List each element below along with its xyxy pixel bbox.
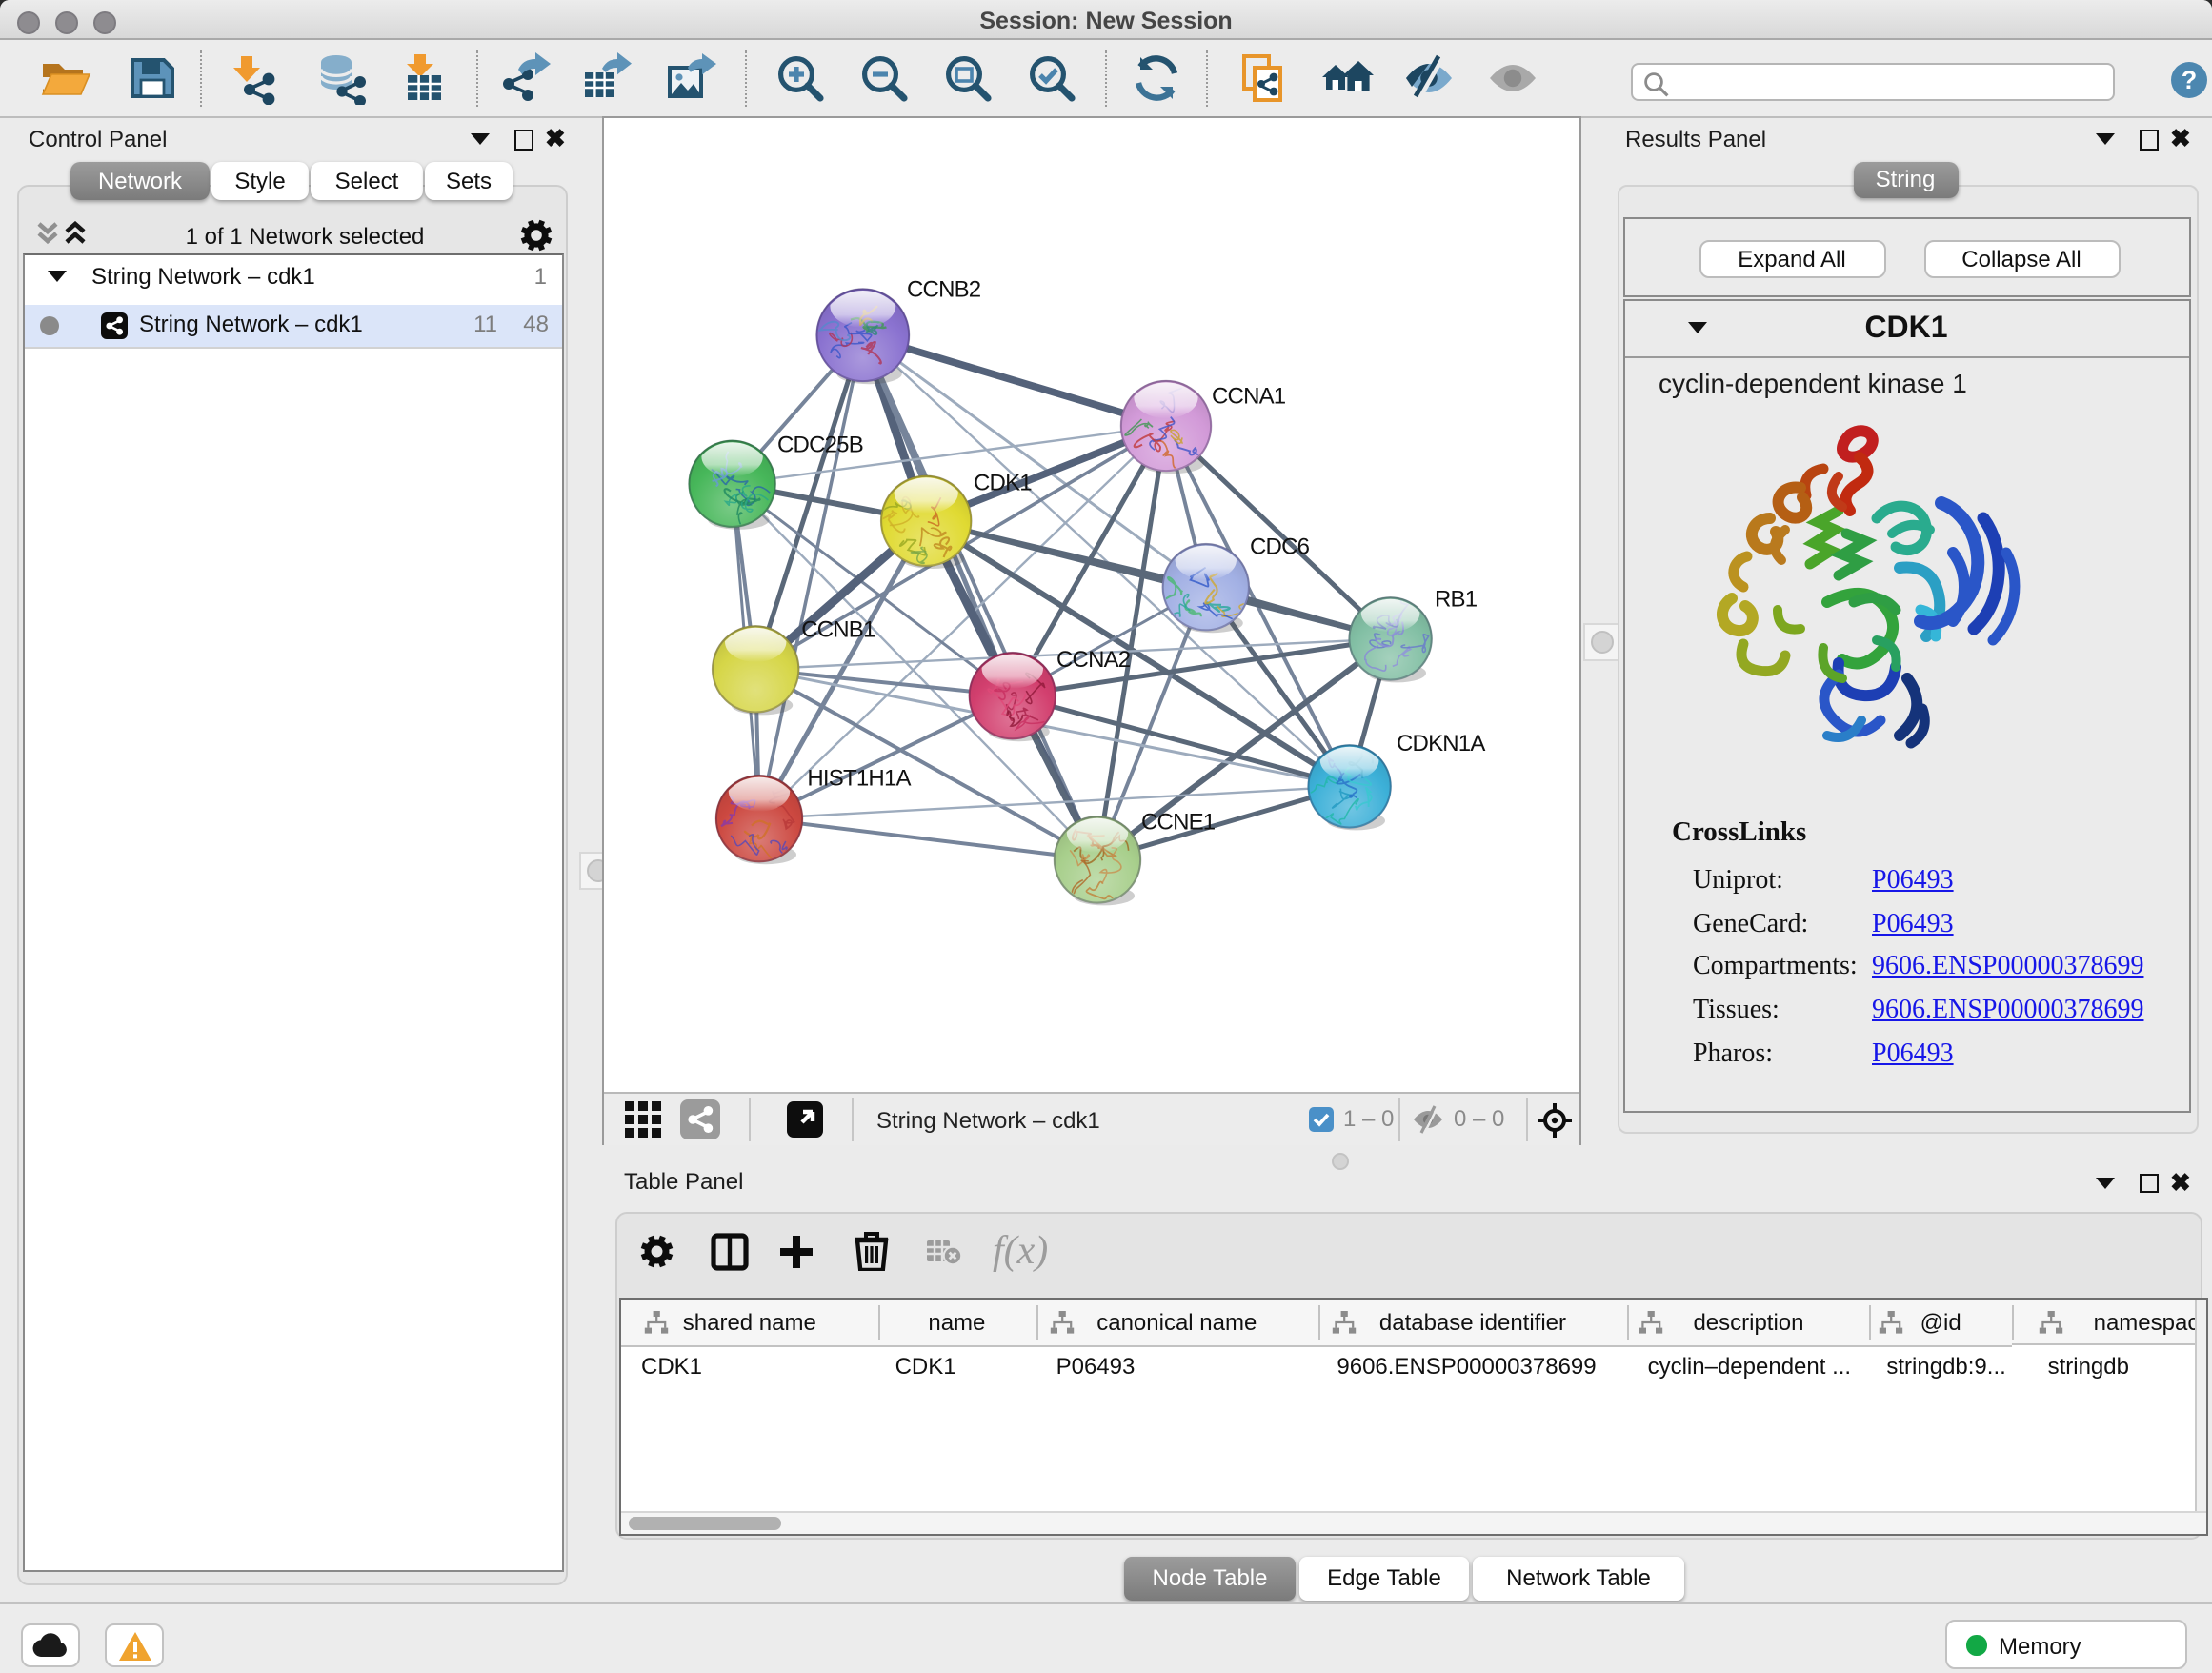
svg-text:CDKN1A: CDKN1A: [1397, 731, 1485, 756]
svg-text:CCNA1: CCNA1: [1212, 384, 1286, 410]
svg-text:RB1: RB1: [1435, 587, 1478, 613]
svg-text:CDK1: CDK1: [974, 471, 1032, 496]
svg-text:CCNE1: CCNE1: [1141, 810, 1216, 836]
svg-text:CCNB2: CCNB2: [907, 277, 981, 303]
svg-text:?: ?: [2182, 66, 2198, 94]
svg-text:CDC25B: CDC25B: [777, 433, 863, 458]
svg-text:CCNA2: CCNA2: [1056, 647, 1131, 673]
svg-text:CCNB1: CCNB1: [801, 617, 875, 643]
svg-text:HIST1H1A: HIST1H1A: [807, 766, 911, 792]
svg-text:CDC6: CDC6: [1250, 534, 1310, 560]
